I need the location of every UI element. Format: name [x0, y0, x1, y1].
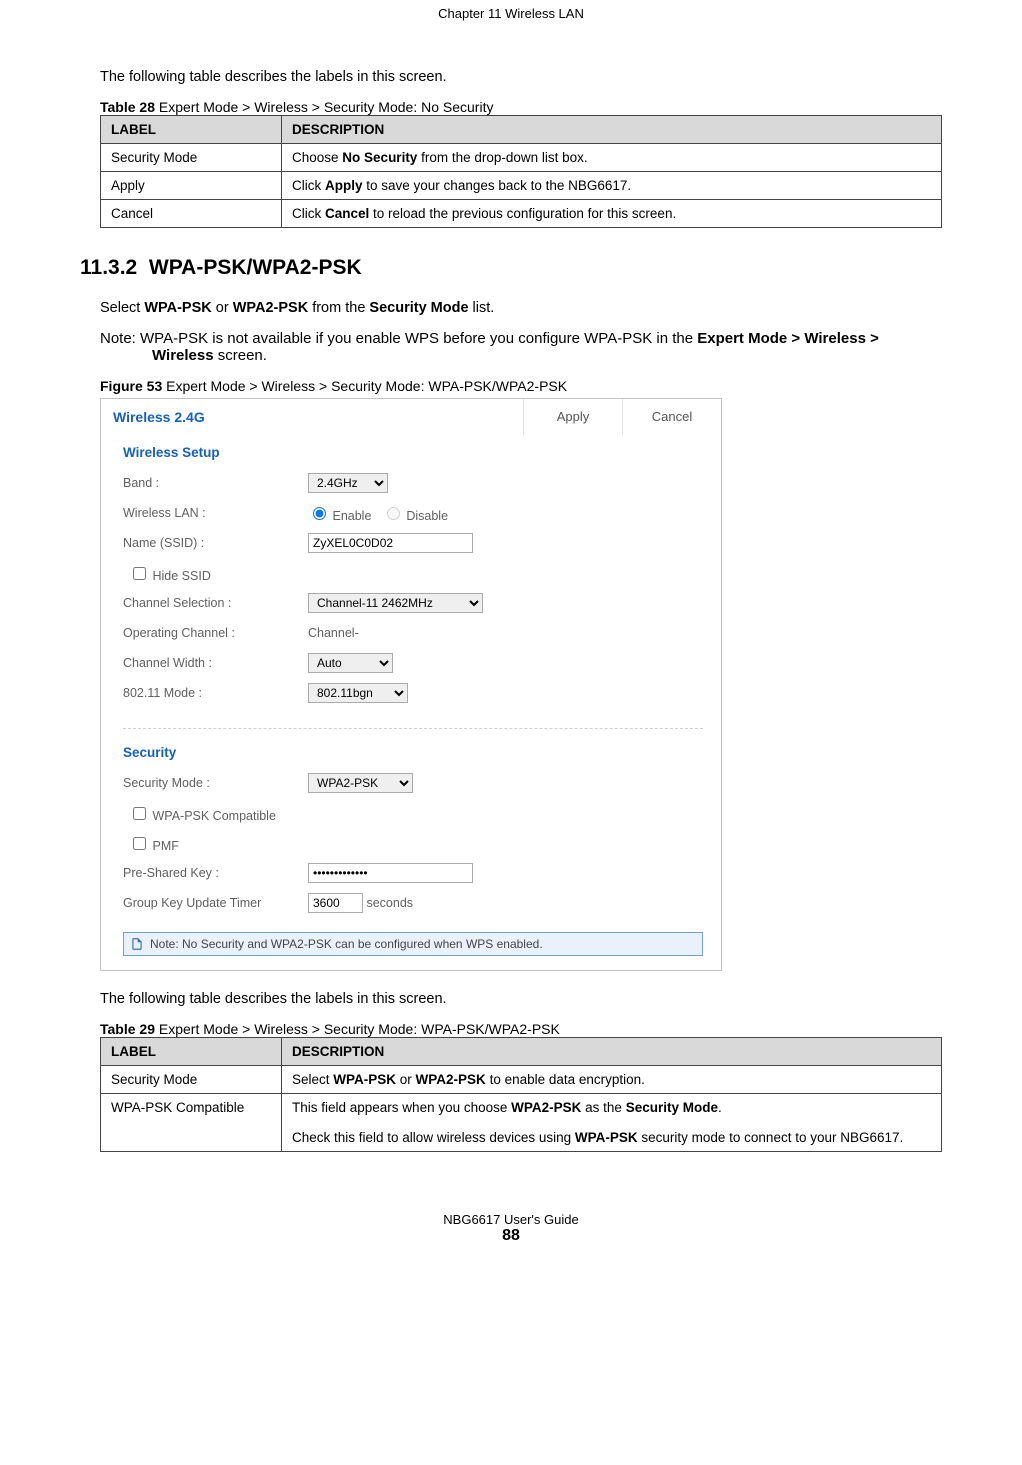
t28-r2-desc: Click Apply to save your changes back to… [282, 172, 942, 200]
group-key-timer-label: Group Key Update Timer [123, 896, 308, 910]
figure53-caption-title: Expert Mode > Wireless > Security Mode: … [162, 378, 567, 394]
table-row: Security Mode Choose No Security from th… [101, 144, 942, 172]
operating-channel-label: Operating Channel : [123, 626, 308, 640]
hide-ssid-label: Hide SSID [152, 569, 210, 583]
table28: LABEL DESCRIPTION Security Mode Choose N… [100, 115, 942, 228]
table29: LABEL DESCRIPTION Security Mode Select W… [100, 1037, 942, 1152]
wpa-psk-compatible-checkbox[interactable] [133, 807, 146, 820]
security-mode-label: Security Mode : [123, 776, 308, 790]
wlan-disable-radio[interactable] [387, 507, 400, 520]
channel-width-select[interactable]: Auto [308, 653, 393, 673]
table-row: Security Mode Select WPA-PSK or WPA2-PSK… [101, 1066, 942, 1094]
table28-head-label: LABEL [101, 116, 282, 144]
fig-section-wireless-setup: Wireless Setup [123, 445, 703, 460]
table-row: Cancel Click Cancel to reload the previo… [101, 200, 942, 228]
intro-text-2: The following table describes the labels… [100, 991, 942, 1007]
security-mode-select[interactable]: WPA2-PSK [308, 773, 413, 793]
t29-r1-desc: Select WPA-PSK or WPA2-PSK to enable dat… [282, 1066, 942, 1094]
mode-80211-label: 802.11 Mode : [123, 686, 308, 700]
wlan-label: Wireless LAN : [123, 506, 308, 520]
footer-guide-title: NBG6617 User's Guide [80, 1212, 942, 1227]
band-label: Band : [123, 476, 308, 490]
table-row: Apply Click Apply to save your changes b… [101, 172, 942, 200]
table28-caption: Table 28 Expert Mode > Wireless > Securi… [100, 99, 942, 115]
t29-r1-label: Security Mode [101, 1066, 282, 1094]
preshared-key-label: Pre-Shared Key : [123, 866, 308, 880]
t28-r3-label: Cancel [101, 200, 282, 228]
operating-channel-value: Channel- [308, 626, 359, 640]
ssid-label: Name (SSID) : [123, 536, 308, 550]
band-select[interactable]: 2.4GHz [308, 473, 388, 493]
table28-caption-number: Table 28 [100, 99, 155, 115]
fig-note-box: Note: No Security and WPA2-PSK can be co… [123, 932, 703, 956]
group-key-timer-input[interactable] [308, 893, 363, 913]
table29-caption-number: Table 29 [100, 1021, 155, 1037]
t29-r2-label: WPA-PSK Compatible [101, 1094, 282, 1152]
page-number: 88 [80, 1227, 942, 1245]
enable-text: Enable [332, 509, 371, 523]
t28-r3-desc: Click Cancel to reload the previous conf… [282, 200, 942, 228]
table29-head-desc: DESCRIPTION [282, 1038, 942, 1066]
cancel-button[interactable]: Cancel [622, 399, 721, 435]
ssid-input[interactable] [308, 533, 473, 553]
t28-r1-desc: Choose No Security from the drop-down li… [282, 144, 942, 172]
pmf-label: PMF [152, 839, 178, 853]
mode-80211-select[interactable]: 802.11bgn [308, 683, 408, 703]
wpa-psk-compatible-label: WPA-PSK Compatible [152, 809, 275, 823]
note-text: Note: WPA-PSK is not available if you en… [100, 330, 942, 364]
wlan-enable-radio[interactable] [313, 507, 326, 520]
channel-selection-select[interactable]: Channel-11 2462MHz [308, 593, 483, 613]
table29-head-label: LABEL [101, 1038, 282, 1066]
table28-head-desc: DESCRIPTION [282, 116, 942, 144]
note-icon [130, 937, 144, 951]
table-row: WPA-PSK Compatible This field appears wh… [101, 1094, 942, 1152]
figure53-caption: Figure 53 Expert Mode > Wireless > Secur… [100, 378, 942, 394]
section-heading: 11.3.2 WPA-PSK/WPA2-PSK [80, 256, 942, 280]
figure53-screenshot: Wireless 2.4G Apply Cancel Wireless Setu… [100, 398, 722, 971]
fig-divider [123, 728, 703, 729]
table29-caption-title: Expert Mode > Wireless > Security Mode: … [155, 1021, 560, 1037]
disable-text: Disable [406, 509, 448, 523]
section-number: 11.3.2 [80, 256, 137, 279]
chapter-header: Chapter 11 Wireless LAN [0, 0, 1022, 39]
table28-caption-title: Expert Mode > Wireless > Security Mode: … [155, 99, 493, 115]
section-select-text: Select WPA-PSK or WPA2-PSK from the Secu… [100, 300, 942, 316]
t28-r2-label: Apply [101, 172, 282, 200]
t29-r2-desc: This field appears when you choose WPA2-… [282, 1094, 942, 1152]
t28-r1-label: Security Mode [101, 144, 282, 172]
fig-section-security: Security [123, 745, 703, 760]
fig-title: Wireless 2.4G [101, 399, 523, 435]
figure53-caption-number: Figure 53 [100, 378, 162, 394]
channel-width-label: Channel Width : [123, 656, 308, 670]
intro-text-1: The following table describes the labels… [100, 69, 942, 85]
section-title: WPA-PSK/WPA2-PSK [149, 256, 362, 279]
hide-ssid-checkbox[interactable] [133, 567, 146, 580]
table29-caption: Table 29 Expert Mode > Wireless > Securi… [100, 1021, 942, 1037]
preshared-key-input[interactable] [308, 863, 473, 883]
apply-button[interactable]: Apply [523, 399, 622, 435]
channel-selection-label: Channel Selection : [123, 596, 308, 610]
fig-note-text: Note: No Security and WPA2-PSK can be co… [150, 937, 543, 951]
seconds-text: seconds [366, 896, 413, 910]
pmf-checkbox[interactable] [133, 837, 146, 850]
